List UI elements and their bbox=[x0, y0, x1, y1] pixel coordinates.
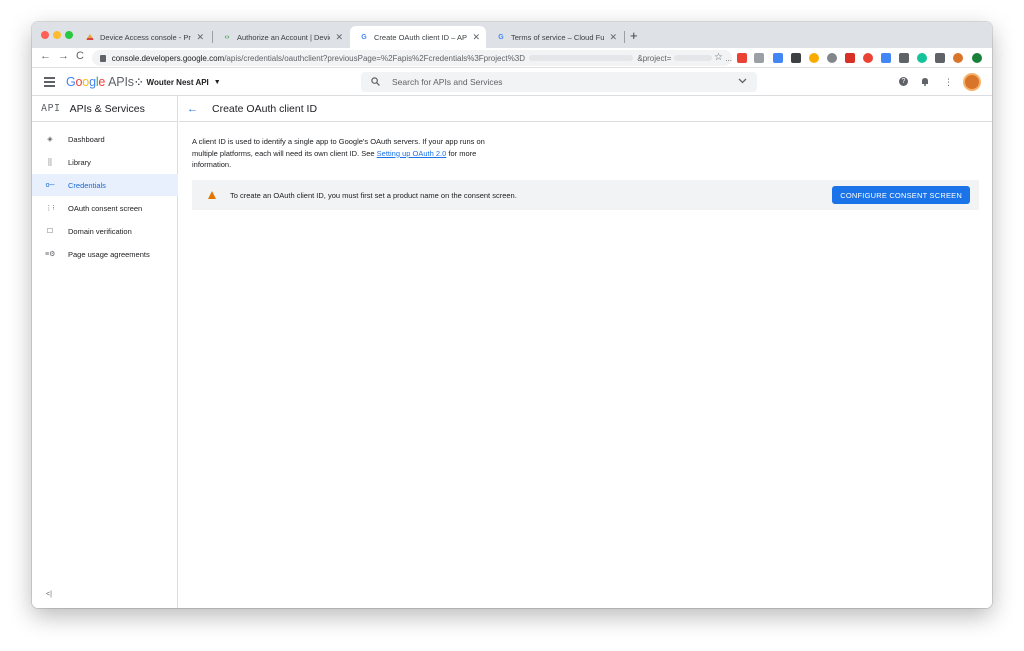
sidebar-item-credentials[interactable]: o─ Credentials bbox=[32, 174, 178, 196]
project-name: Wouter Nest API bbox=[146, 78, 209, 87]
devices-icon: ‹› bbox=[224, 33, 230, 41]
warning-message: To create an OAuth client ID, you must f… bbox=[230, 190, 517, 200]
url-suffix: &project= bbox=[637, 53, 672, 63]
sidebar-item-label: Dashboard bbox=[68, 134, 105, 144]
sidebar-item-page-usage-agreements[interactable]: ≡⚙ Page usage agreements bbox=[32, 243, 178, 265]
help-icon[interactable]: ? bbox=[899, 77, 908, 86]
key-icon: o─ bbox=[45, 181, 55, 189]
project-selector[interactable]: ⁘ Wouter Nest API ▼ bbox=[135, 77, 221, 88]
close-tab-icon[interactable]: ✕ bbox=[196, 32, 204, 43]
nest-icon bbox=[86, 33, 94, 41]
notifications-icon[interactable] bbox=[921, 77, 929, 88]
close-tab-icon[interactable]: ✕ bbox=[335, 32, 343, 43]
extension-icon[interactable] bbox=[827, 53, 837, 63]
consent-icon: ⋮⁝ bbox=[45, 205, 55, 212]
tab-title: Authorize an Account | Devic bbox=[237, 32, 331, 42]
chevron-down-icon[interactable] bbox=[738, 76, 747, 86]
google-apis-logo[interactable]: Google APIs bbox=[66, 75, 134, 89]
caret-down-icon: ▼ bbox=[213, 79, 221, 86]
browser-toolbar: ← → C console.developers.google.com /api… bbox=[32, 48, 992, 68]
configure-consent-screen-button[interactable]: CONFIGURE CONSENT SCREEN bbox=[832, 186, 970, 204]
sidebar-item-oauth-consent-screen[interactable]: ⋮⁝ OAuth consent screen bbox=[32, 197, 178, 219]
page-header: ← Create OAuth client ID bbox=[179, 96, 992, 122]
back-arrow-icon[interactable]: ← bbox=[40, 50, 51, 62]
warning-icon bbox=[208, 191, 216, 199]
extension-icon[interactable] bbox=[737, 53, 747, 63]
sidebar-header: API APIs & Services bbox=[32, 96, 178, 122]
browser-tab[interactable]: ‹› Authorize an Account | Devic ✕ bbox=[213, 26, 349, 48]
lock-icon bbox=[100, 54, 106, 62]
sidebar-item-library[interactable]: ⣿ Library bbox=[32, 151, 178, 173]
close-window-button[interactable] bbox=[41, 31, 49, 39]
main-content: ← Create OAuth client ID A client ID is … bbox=[179, 96, 992, 608]
search-input[interactable]: Search for APIs and Services bbox=[361, 72, 757, 92]
browser-tab-active[interactable]: G Create OAuth client ID – APIs & ✕ bbox=[350, 26, 486, 48]
setting-up-oauth-link[interactable]: Setting up OAuth 2.0 bbox=[377, 149, 447, 158]
description-text: A client ID is used to identify a single… bbox=[192, 137, 485, 169]
minimize-window-button[interactable] bbox=[53, 31, 61, 39]
browser-tab[interactable]: G Terms of service – Cloud Funct ✕ bbox=[487, 26, 623, 48]
menu-icon[interactable] bbox=[44, 77, 55, 89]
extension-icon[interactable] bbox=[881, 53, 891, 63]
page-title: Create OAuth client ID bbox=[212, 102, 318, 115]
update-icon[interactable] bbox=[972, 53, 982, 63]
sidebar-item-label: OAuth consent screen bbox=[68, 203, 143, 213]
extension-icon[interactable] bbox=[917, 53, 927, 63]
tab-title: Create OAuth client ID – APIs & bbox=[374, 32, 467, 42]
bookmark-star-icon[interactable]: ☆ bbox=[714, 52, 723, 63]
collapse-sidebar-icon[interactable]: <| bbox=[46, 591, 52, 598]
sidebar-title: APIs & Services bbox=[69, 102, 145, 115]
library-icon: ⣿ bbox=[47, 159, 53, 166]
url-path: /apis/credentials/oauthclient?previousPa… bbox=[224, 53, 526, 63]
sidebar-item-dashboard[interactable]: ◈ Dashboard bbox=[32, 128, 178, 150]
extension-icon[interactable] bbox=[809, 53, 819, 63]
browser-tab[interactable]: Device Access console - Proje ✕ bbox=[76, 26, 210, 48]
search-icon bbox=[371, 76, 380, 88]
sidebar-item-label: Credentials bbox=[68, 180, 106, 190]
back-arrow-icon[interactable]: ← bbox=[187, 103, 198, 115]
redacted-text bbox=[529, 55, 634, 61]
sidebar-item-label: Library bbox=[68, 157, 91, 167]
search-placeholder: Search for APIs and Services bbox=[392, 77, 503, 87]
url-host: console.developers.google.com bbox=[111, 53, 225, 63]
sidebar-item-label: Domain verification bbox=[68, 226, 132, 236]
api-badge-icon: API bbox=[41, 103, 61, 114]
address-bar[interactable]: console.developers.google.com /apis/cred… bbox=[92, 50, 732, 66]
extension-icon[interactable] bbox=[899, 53, 909, 63]
forward-arrow-icon[interactable]: → bbox=[58, 50, 69, 62]
extension-icon[interactable] bbox=[754, 53, 764, 63]
tab-title: Terms of service – Cloud Funct bbox=[511, 32, 605, 42]
dashboard-icon: ◈ bbox=[47, 136, 53, 143]
extension-icon[interactable] bbox=[773, 53, 783, 63]
zoom-window-button[interactable] bbox=[65, 31, 73, 39]
extension-icon[interactable] bbox=[791, 53, 801, 63]
google-g-icon: G bbox=[361, 33, 367, 41]
redacted-text bbox=[674, 55, 713, 61]
extension-icon[interactable] bbox=[845, 53, 855, 63]
puzzle-icon[interactable] bbox=[935, 53, 945, 63]
project-icon: ⁘ bbox=[135, 77, 143, 87]
reload-icon[interactable]: C bbox=[76, 50, 84, 62]
console-header: Google APIs ⁘ Wouter Nest API ▼ Search fo… bbox=[32, 69, 992, 96]
tab-strip: Device Access console - Proje ✕ ‹› Autho… bbox=[32, 22, 992, 48]
close-tab-icon[interactable]: ✕ bbox=[609, 32, 617, 43]
sidebar-item-domain-verification[interactable]: ☐ Domain verification bbox=[32, 220, 178, 242]
new-tab-button[interactable]: + bbox=[630, 28, 638, 43]
checkbox-icon: ☐ bbox=[46, 228, 54, 235]
sidebar-item-label: Page usage agreements bbox=[68, 249, 150, 259]
close-tab-icon[interactable]: ✕ bbox=[472, 32, 480, 43]
sidebar: API APIs & Services ◈ Dashboard ⣿ Librar… bbox=[32, 96, 178, 608]
google-g-icon: G bbox=[498, 33, 504, 41]
extension-icon[interactable] bbox=[863, 53, 873, 63]
settings-list-icon: ≡⚙ bbox=[45, 251, 56, 258]
warning-banner: To create an OAuth client ID, you must f… bbox=[192, 180, 979, 210]
profile-avatar[interactable] bbox=[953, 53, 963, 63]
more-vert-icon[interactable]: ⋮ bbox=[944, 77, 953, 88]
account-avatar[interactable] bbox=[963, 73, 981, 91]
url-ellipsis: ... bbox=[725, 53, 732, 63]
tab-title: Device Access console - Proje bbox=[100, 32, 192, 42]
browser-window: Device Access console - Proje ✕ ‹› Autho… bbox=[32, 22, 992, 608]
